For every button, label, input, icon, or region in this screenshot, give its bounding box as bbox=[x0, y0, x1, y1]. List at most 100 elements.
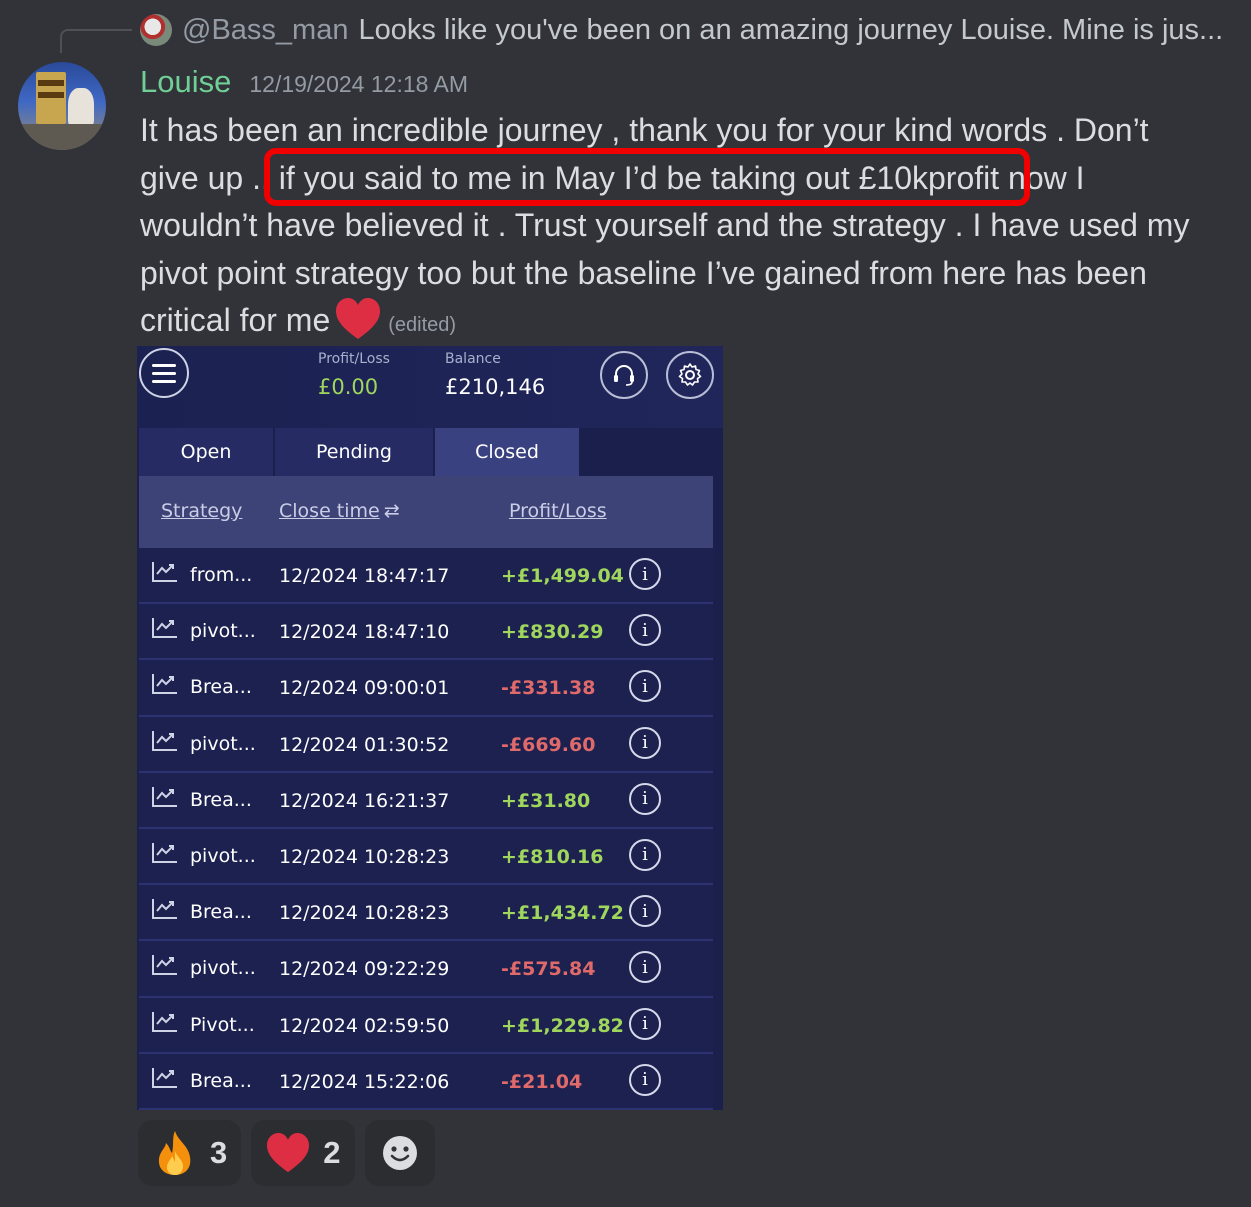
table-row[interactable]: Pivot... 12/2024 02:59:50 +£1,229.82 i bbox=[139, 997, 713, 1054]
tab-closed[interactable]: Closed bbox=[435, 428, 581, 476]
row-strategy: Brea... bbox=[190, 676, 252, 699]
row-profit-loss: -£21.04 bbox=[501, 1070, 583, 1093]
info-icon[interactable]: i bbox=[629, 1063, 661, 1096]
row-profit-loss: +£31.80 bbox=[501, 789, 591, 812]
message-body: It has been an incredible journey , than… bbox=[140, 107, 1210, 350]
table-row[interactable]: from... 12/2024 18:47:17 +£1,499.04 i bbox=[139, 548, 713, 605]
row-profit-loss: +£1,499.04 bbox=[501, 565, 624, 587]
table-row[interactable]: Brea... 12/2024 10:28:23 +£1,434.72 i bbox=[139, 885, 713, 942]
row-strategy: pivot... bbox=[190, 732, 256, 755]
table-row[interactable]: pivot... 12/2024 10:28:23 +£810.16 i bbox=[139, 828, 713, 886]
row-profit-loss: -£669.60 bbox=[501, 733, 596, 756]
info-icon[interactable]: i bbox=[629, 614, 661, 647]
column-profit-loss[interactable]: Profit/Loss bbox=[509, 500, 607, 522]
row-strategy: Brea... bbox=[190, 788, 252, 811]
row-close-time: 12/2024 09:22:29 bbox=[279, 958, 450, 981]
reaction-fire-count: 3 bbox=[210, 1135, 228, 1170]
column-close-time[interactable]: Close time ⇄ bbox=[279, 500, 400, 522]
tab-open[interactable]: Open bbox=[139, 428, 275, 476]
reaction-fire[interactable]: 3 bbox=[138, 1120, 242, 1186]
info-icon[interactable]: i bbox=[629, 782, 661, 815]
reply-text[interactable]: Looks like you've been on an amazing jou… bbox=[358, 14, 1223, 47]
info-icon[interactable]: i bbox=[629, 1007, 661, 1040]
trades-table: from... 12/2024 18:47:17 +£1,499.04 i pivot.… bbox=[139, 548, 713, 1110]
row-profit-loss: -£575.84 bbox=[501, 958, 596, 981]
row-profit-loss: +£1,434.72 bbox=[501, 902, 624, 925]
row-close-time: 12/2024 15:22:06 bbox=[279, 1070, 450, 1093]
profit-loss-value: £0.00 bbox=[318, 375, 379, 399]
reply-username[interactable]: @Bass_man bbox=[182, 14, 348, 47]
table-row[interactable]: pivot... 12/2024 09:22:29 -£575.84 i bbox=[139, 941, 713, 998]
row-close-time: 12/2024 16:21:37 bbox=[279, 789, 450, 812]
row-strategy: pivot... bbox=[190, 957, 256, 980]
trend-chart-icon bbox=[152, 842, 177, 863]
heart-icon bbox=[336, 298, 381, 339]
info-icon[interactable]: i bbox=[629, 670, 661, 703]
add-reaction-button[interactable] bbox=[364, 1120, 435, 1186]
row-close-time: 12/2024 18:47:17 bbox=[279, 565, 450, 587]
reply-avatar[interactable] bbox=[140, 14, 172, 46]
info-icon[interactable]: i bbox=[629, 838, 661, 871]
reaction-heart-count: 2 bbox=[323, 1135, 341, 1170]
trend-chart-icon bbox=[152, 562, 177, 582]
balance-value: £210,146 bbox=[445, 375, 546, 399]
highlight-box bbox=[264, 148, 1030, 206]
info-icon[interactable]: i bbox=[629, 895, 661, 928]
trend-chart-icon bbox=[152, 730, 177, 751]
table-row[interactable]: Brea... 12/2024 09:00:01 -£331.38 i bbox=[139, 660, 713, 717]
heart-icon bbox=[267, 1132, 310, 1173]
row-profit-loss: -£331.38 bbox=[501, 677, 596, 700]
table-row[interactable]: Brea... 12/2024 16:21:37 +£31.80 i bbox=[139, 772, 713, 829]
row-close-time: 12/2024 09:00:01 bbox=[279, 677, 450, 700]
trend-chart-icon bbox=[152, 899, 177, 920]
row-strategy: Pivot... bbox=[190, 1013, 255, 1036]
smiley-icon bbox=[382, 1136, 417, 1170]
info-icon[interactable]: i bbox=[629, 951, 661, 984]
gear-icon[interactable] bbox=[666, 351, 714, 399]
table-row[interactable]: pivot... 12/2024 18:47:10 +£830.29 i bbox=[139, 604, 713, 661]
trend-chart-icon bbox=[152, 674, 177, 695]
row-close-time: 12/2024 10:28:23 bbox=[279, 845, 450, 868]
row-profit-loss: +£830.29 bbox=[501, 621, 604, 644]
reaction-heart[interactable]: 2 bbox=[251, 1120, 355, 1186]
row-strategy: Brea... bbox=[190, 1069, 252, 1092]
row-strategy: from... bbox=[190, 564, 253, 586]
avatar[interactable] bbox=[18, 62, 106, 150]
hamburger-menu-icon[interactable] bbox=[139, 348, 189, 398]
trend-chart-icon bbox=[152, 1067, 177, 1088]
edited-label: (edited) bbox=[388, 314, 457, 336]
balance-label: Balance bbox=[445, 351, 501, 367]
reply-preview[interactable]: @Bass_man Looks like you've been on an a… bbox=[140, 12, 1223, 48]
row-strategy: pivot... bbox=[190, 844, 256, 867]
row-close-time: 12/2024 01:30:52 bbox=[279, 733, 450, 756]
table-row[interactable]: pivot... 12/2024 01:30:52 -£669.60 i bbox=[139, 716, 713, 773]
tab-pending[interactable]: Pending bbox=[275, 428, 435, 476]
message-username[interactable]: Louise bbox=[140, 64, 231, 100]
row-close-time: 12/2024 10:28:23 bbox=[279, 902, 450, 925]
row-profit-loss: +£1,229.82 bbox=[501, 1014, 624, 1037]
support-headset-icon[interactable] bbox=[600, 351, 648, 399]
column-close-time-label[interactable]: Close time bbox=[279, 500, 380, 522]
profit-loss-label: Profit/Loss bbox=[318, 351, 390, 367]
fire-icon bbox=[158, 1131, 191, 1175]
row-profit-loss: +£810.16 bbox=[501, 845, 604, 868]
reactions-bar: 3 2 bbox=[138, 1120, 435, 1186]
trading-app-screenshot[interactable]: Profit/Loss £0.00 Balance £210,146 Open … bbox=[137, 346, 723, 1110]
sort-swap-icon[interactable]: ⇄ bbox=[384, 500, 400, 522]
row-strategy: pivot... bbox=[190, 620, 256, 643]
trend-chart-icon bbox=[152, 955, 177, 976]
message-timestamp: 12/19/2024 12:18 AM bbox=[249, 71, 469, 97]
column-strategy[interactable]: Strategy bbox=[161, 500, 242, 522]
trend-chart-icon bbox=[152, 786, 177, 807]
row-strategy: Brea... bbox=[190, 901, 252, 924]
info-icon[interactable]: i bbox=[629, 558, 661, 590]
tab-bar: Open Pending Closed bbox=[139, 428, 713, 476]
info-icon[interactable]: i bbox=[629, 726, 661, 759]
reply-connector bbox=[60, 29, 132, 53]
table-row[interactable]: Brea... 12/2024 15:22:06 -£21.04 i bbox=[139, 1053, 713, 1110]
row-close-time: 12/2024 18:47:10 bbox=[279, 621, 450, 644]
trend-chart-icon bbox=[152, 1011, 177, 1032]
message-header: Louise 12/19/2024 12:18 AM bbox=[140, 64, 468, 100]
row-close-time: 12/2024 02:59:50 bbox=[279, 1014, 450, 1037]
table-header: Strategy Close time ⇄ Profit/Loss bbox=[139, 476, 713, 548]
